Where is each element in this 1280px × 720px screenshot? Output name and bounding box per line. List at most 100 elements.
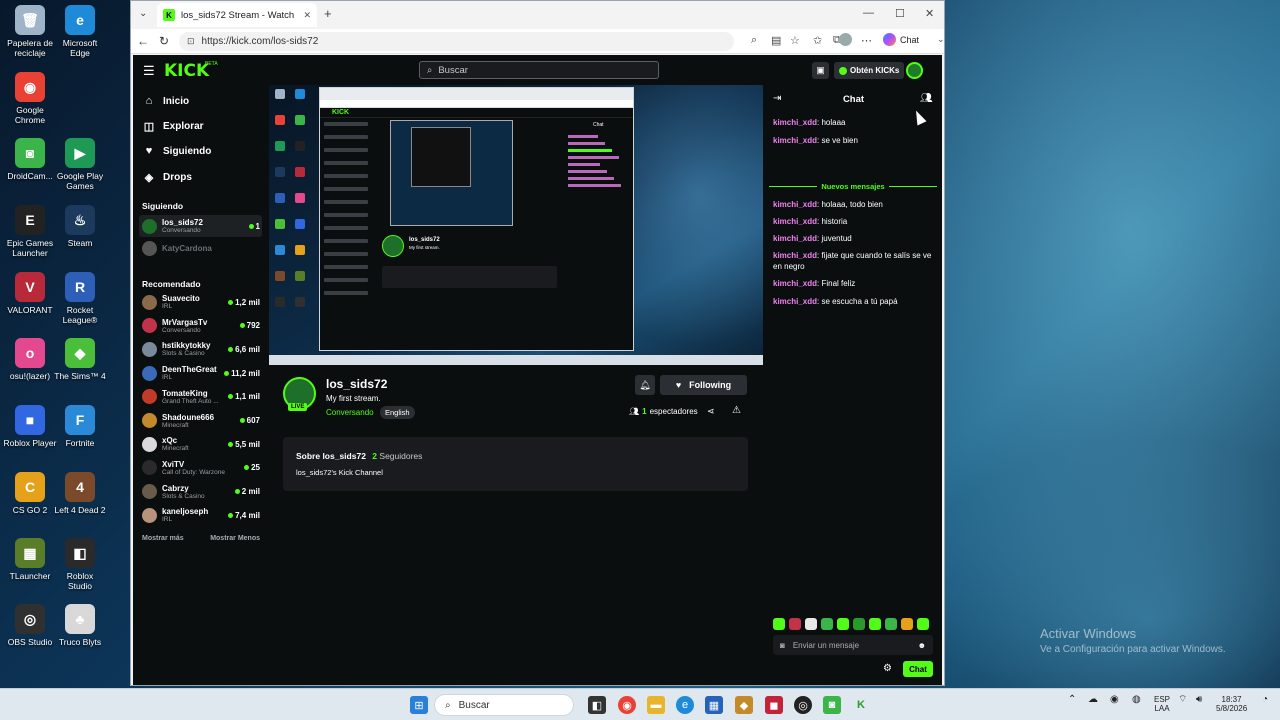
refresh-icon[interactable]: ↻ [159,34,169,48]
language-tag[interactable]: English [380,406,415,419]
stream-category[interactable]: Conversando [326,408,374,417]
emote-icon[interactable] [869,618,881,630]
chat-username[interactable]: kimchi_xdd [773,279,817,288]
droidcam-icon[interactable]: ◙ [823,696,841,714]
taskbar-search[interactable]: ⌕ Buscar [434,694,574,716]
emote-icon[interactable] [805,618,817,630]
get-kicks-button[interactable]: Obtén KICKs [834,62,905,79]
start-button-icon[interactable]: ⊞ [410,696,428,714]
user-avatar[interactable] [906,62,923,79]
tray-icon[interactable]: ◉ [1110,695,1119,705]
chat-username[interactable]: kimchi_xdd [773,297,817,306]
chat-message-input[interactable]: ◙ Enviar un mensaje ☻ [773,635,933,655]
desktop-icon[interactable]: ♣ Truco Blyts [55,604,105,647]
video-player[interactable]: KICK Chat los_sids72 My first stream. [269,85,763,365]
app-icon[interactable]: ◎ [794,696,812,714]
emote-icon[interactable] [885,618,897,630]
chevron-down-icon[interactable]: ⌄ [937,34,945,45]
minimize-icon[interactable]: — [863,7,874,19]
nav-inicio[interactable]: ⌂ Inicio [143,95,189,107]
desktop-icon[interactable]: e Microsoft Edge [55,5,105,58]
task-view-icon[interactable]: ◧ [588,696,606,714]
chat-users-icon[interactable]: 👥︎ [920,93,933,104]
sidebar-channel[interactable]: Suavecito IRL 1,2 mil [139,291,262,313]
nav-siguiendo[interactable]: ♥ Siguiendo [143,145,212,157]
browser-tab[interactable]: K los_sids72 Stream - Watch Li ✕ [157,3,317,27]
copilot-button[interactable]: Chat ⌄ [883,33,945,46]
tray-icon[interactable]: ◍ [1132,695,1141,705]
chat-username[interactable]: kimchi_xdd [773,200,817,209]
maximize-icon[interactable]: ☐ [895,7,905,20]
desktop-icon[interactable]: 4 Left 4 Dead 2 [54,472,106,515]
chat-settings-gear-icon[interactable]: ⚙ [883,663,892,674]
emote-icon[interactable] [837,618,849,630]
wifi-icon[interactable]: ⌔ [1178,695,1187,705]
clock[interactable]: 18:37 5/8/2026 [1216,695,1247,713]
desktop-icon[interactable]: ◎ OBS Studio [5,604,55,647]
desktop-icon[interactable]: ♨ Steam [55,205,105,248]
zoom-icon[interactable]: ⌕ [751,34,757,47]
hamburger-menu-icon[interactable]: ☰ [143,63,155,79]
desktop-icon[interactable]: ▶ Google Play Games [55,138,105,191]
desktop-icon[interactable]: ◙ DroidCam... [5,138,55,181]
desktop-icon[interactable]: ■ Roblox Player [4,405,56,448]
smiley-icon[interactable]: ☻ [918,641,926,650]
desktop-icon[interactable]: ◆ The Sims™ 4 [54,338,106,381]
sidebar-channel[interactable]: Shadoune666 Minecraft 607 [139,410,262,432]
report-warning-icon[interactable]: ⚠ [732,405,741,416]
emote-icon[interactable] [853,618,865,630]
sidebar-channel[interactable]: hstikkytokky Slots & Casino 6,6 mil [139,338,262,360]
desktop-icon[interactable]: ◉ Google Chrome [5,72,55,125]
sidebar-channel[interactable]: MrVargasTv Conversando 792 [139,315,262,337]
share-icon[interactable]: ⋖ [707,406,715,417]
streamer-name[interactable]: los_sids72 [326,377,387,391]
tray-icon[interactable]: ☁ [1088,695,1098,705]
kick-taskbar-icon[interactable]: K [852,696,870,714]
store-icon[interactable]: ▦ [705,696,723,714]
show-more-link[interactable]: Mostrar más [142,535,184,542]
chat-send-button[interactable]: Chat [903,661,933,677]
chrome-taskbar-icon[interactable]: ◉ [618,696,636,714]
tab-actions-icon[interactable]: ⌄ [139,8,147,19]
profile-icon[interactable] [839,33,852,46]
emote-icon[interactable] [789,618,801,630]
desktop-icon[interactable]: ◧ Roblox Studio [55,538,105,591]
inbox-icon[interactable]: ▣ [812,62,829,79]
sidebar-channel[interactable]: TomateKing Grand Theft Auto ... 1,1 mil [139,386,262,408]
back-icon[interactable]: ← [137,34,149,48]
sidebar-channel[interactable]: kaneljoseph IRL 7,4 mil [139,504,262,526]
sidebar-channel[interactable]: KatyCardona [139,237,262,259]
desktop-icon[interactable]: E Epic Games Launcher [5,205,55,258]
volume-icon[interactable]: 🔊︎ [1196,695,1202,705]
notification-bell-button[interactable]: 🔔︎ [635,375,655,395]
favorites-bar-icon[interactable]: ✩ [813,34,822,47]
emote-icon[interactable] [917,618,929,630]
new-tab-icon[interactable]: + [324,6,332,21]
sidebar-channel[interactable]: xQc Minecraft 5,5 mil [139,433,262,455]
following-button[interactable]: ♥ Following [660,375,747,395]
emote-icon[interactable] [773,618,785,630]
desktop-icon[interactable]: 🗑 Papelera de reciclaje [5,5,55,58]
desktop-icon[interactable]: F Fortnite [55,405,105,448]
chat-username[interactable]: kimchi_xdd [773,118,817,127]
app-icon[interactable]: ◼ [765,696,783,714]
chat-username[interactable]: kimchi_xdd [773,217,817,226]
kick-search-input[interactable]: ⌕ Buscar [419,61,659,79]
favorite-icon[interactable]: ☆ [790,34,800,47]
reader-icon[interactable]: ▤ [771,34,781,47]
sidebar-channel[interactable]: Cabrzy Slots & Casino 2 mil [139,481,262,503]
desktop-icon[interactable]: R Rocket League® [55,272,105,325]
sidebar-channel[interactable]: XviTV Call of Duty: Warzone 25 [139,457,262,479]
chat-username[interactable]: kimchi_xdd [773,234,817,243]
desktop-icon[interactable]: o osu!(lazer) [5,338,55,381]
sidebar-channel[interactable]: DeenTheGreat IRL 11,2 mil [139,362,262,384]
more-menu-icon[interactable]: ⋯ [861,34,872,47]
app-icon[interactable]: ◆ [735,696,753,714]
chat-username[interactable]: kimchi_xdd [773,136,817,145]
kick-logo[interactable]: KICK [164,61,209,81]
emote-icon[interactable] [901,618,913,630]
nav-drops[interactable]: ◈ Drops [143,171,192,184]
sidebar-channel[interactable]: los_sids72 Conversando 1 [139,215,262,237]
emote-icon[interactable] [821,618,833,630]
chat-username[interactable]: kimchi_xdd [773,251,817,260]
